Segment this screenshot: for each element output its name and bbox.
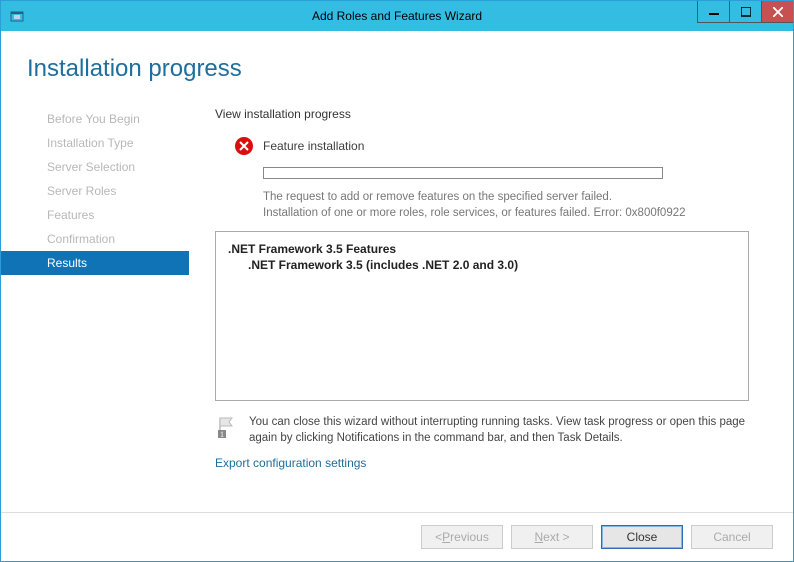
section-title: View installation progress	[215, 107, 763, 121]
close-button[interactable]: Close	[601, 525, 683, 549]
error-line-1: The request to add or remove features on…	[263, 189, 723, 205]
features-list-box: .NET Framework 3.5 Features .NET Framewo…	[215, 231, 749, 401]
minimize-button[interactable]	[697, 1, 729, 23]
window-controls	[697, 1, 793, 23]
close-window-button[interactable]	[761, 1, 793, 23]
sidebar-item-confirmation: Confirmation	[1, 227, 189, 251]
error-icon	[235, 137, 253, 155]
status-label: Feature installation	[263, 139, 364, 153]
sidebar-item-installation-type: Installation Type	[1, 131, 189, 155]
progress-bar	[263, 167, 663, 179]
svg-text:1: 1	[220, 430, 224, 439]
sidebar-item-server-roles: Server Roles	[1, 179, 189, 203]
export-configuration-link[interactable]: Export configuration settings	[215, 456, 763, 470]
window-title: Add Roles and Features Wizard	[1, 9, 793, 23]
main-panel: View installation progress Feature insta…	[189, 101, 793, 512]
header: Installation progress	[1, 31, 793, 91]
next-button: Next >	[511, 525, 593, 549]
maximize-button[interactable]	[729, 1, 761, 23]
feature-child: .NET Framework 3.5 (includes .NET 2.0 an…	[248, 258, 736, 272]
sidebar-item-features: Features	[1, 203, 189, 227]
hint-text: You can close this wizard without interr…	[249, 415, 763, 446]
page-title: Installation progress	[27, 55, 767, 83]
cancel-button: Cancel	[691, 525, 773, 549]
sidebar-item-server-selection: Server Selection	[1, 155, 189, 179]
body-columns: Before You Begin Installation Type Serve…	[1, 91, 793, 512]
content-area: Installation progress Before You Begin I…	[1, 31, 793, 561]
footer: < PPreviousrevious Next > Close Cancel	[1, 512, 793, 561]
error-message: The request to add or remove features on…	[263, 189, 723, 221]
status-row: Feature installation	[235, 137, 763, 155]
hint-row: 1 You can close this wizard without inte…	[215, 415, 763, 446]
error-line-2: Installation of one or more roles, role …	[263, 205, 723, 221]
previous-button: < PPreviousrevious	[421, 525, 503, 549]
wizard-window: Add Roles and Features Wizard Installati…	[0, 0, 794, 562]
sidebar-item-results[interactable]: Results	[1, 251, 189, 275]
sidebar: Before You Begin Installation Type Serve…	[1, 101, 189, 512]
titlebar: Add Roles and Features Wizard	[1, 1, 793, 31]
flag-icon: 1	[215, 415, 239, 439]
sidebar-item-before-you-begin: Before You Begin	[1, 107, 189, 131]
feature-parent: .NET Framework 3.5 Features	[228, 242, 736, 256]
